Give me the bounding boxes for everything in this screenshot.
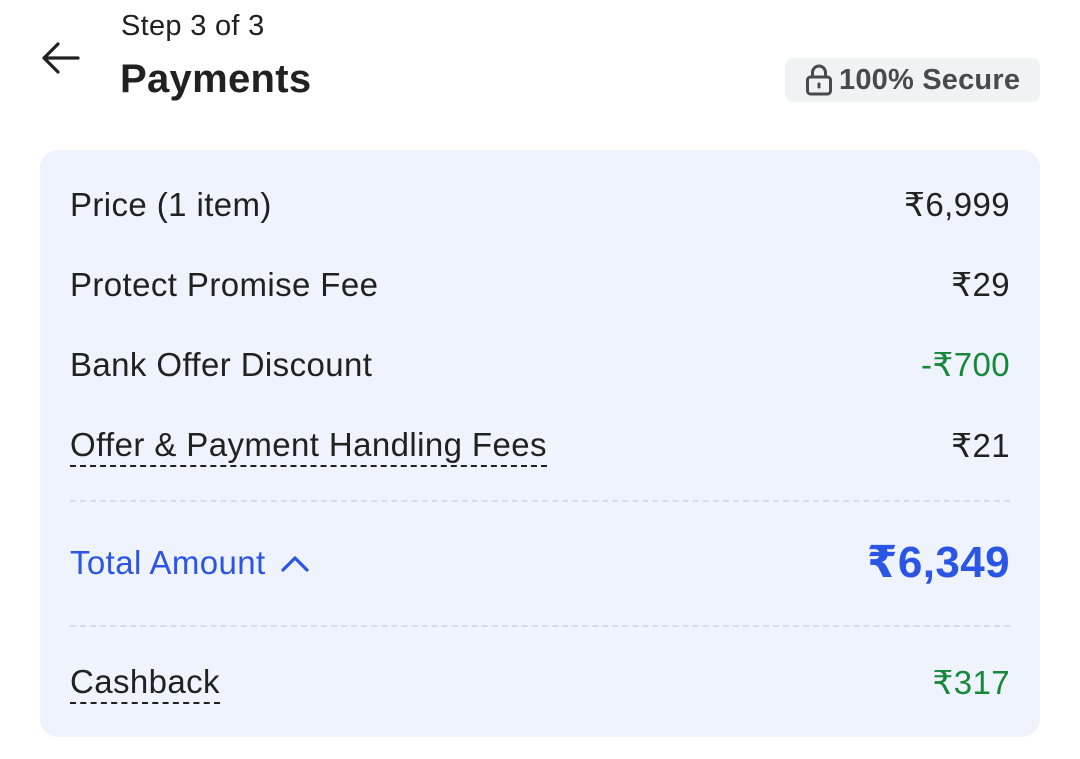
bank-offer-value: -₹700: [920, 346, 1010, 383]
price-label: Price (1 item): [70, 186, 272, 223]
cashback-value: ₹317: [932, 664, 1010, 701]
divider: [70, 500, 1010, 502]
price-summary-card: Price (1 item) ₹6,999 Protect Promise Fe…: [40, 150, 1040, 737]
cashback-row: Cashback ₹317: [70, 662, 1010, 704]
protect-fee-row: Protect Promise Fee ₹29: [70, 265, 1010, 305]
page-title: Payments: [120, 57, 312, 101]
total-toggle[interactable]: Total Amount: [70, 543, 310, 583]
handling-fees-value: ₹21: [951, 427, 1010, 464]
protect-fee-value: ₹29: [951, 266, 1010, 303]
header: Step 3 of 3 Payments 100% Secure: [0, 0, 1080, 130]
arrow-left-icon: [42, 42, 80, 74]
back-button[interactable]: [36, 36, 84, 80]
total-label: Total Amount: [70, 544, 266, 581]
total-row[interactable]: Total Amount ₹6,349: [70, 538, 1010, 587]
bank-offer-label: Bank Offer Discount: [70, 346, 373, 383]
price-row: Price (1 item) ₹6,999: [70, 185, 1010, 225]
secure-label: 100% Secure: [839, 63, 1021, 96]
handling-fees-label[interactable]: Offer & Payment Handling Fees: [70, 425, 547, 467]
handling-fees-row: Offer & Payment Handling Fees ₹21: [70, 425, 1010, 467]
cashback-label[interactable]: Cashback: [70, 662, 220, 704]
price-value: ₹6,999: [904, 186, 1010, 223]
bank-offer-row: Bank Offer Discount -₹700: [70, 345, 1010, 385]
secure-badge: 100% Secure: [785, 58, 1040, 102]
chevron-up-icon: [280, 553, 310, 573]
divider: [70, 625, 1010, 627]
lock-icon: [805, 63, 833, 97]
protect-fee-label: Protect Promise Fee: [70, 266, 379, 303]
step-indicator: Step 3 of 3: [121, 10, 265, 42]
total-value: ₹6,349: [866, 538, 1010, 587]
